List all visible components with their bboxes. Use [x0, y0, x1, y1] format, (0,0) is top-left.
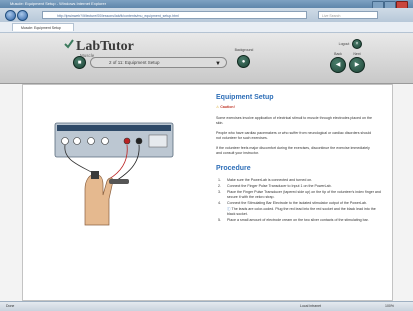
logout-icon: ×	[355, 41, 359, 47]
page-select-dropdown[interactable]: 2 of 11: Equipment Setup ▼	[90, 57, 227, 68]
paragraph-discomfort: If the volunteer feels major discomfort …	[216, 146, 370, 155]
chevron-down-icon: ▼	[215, 61, 221, 67]
caution-label: Caution!	[220, 105, 235, 109]
home-icon: ■	[77, 59, 82, 66]
list-item: 4. Connect the Stimulating Bar Electrode …	[218, 200, 368, 205]
next-button[interactable]: ▶	[349, 57, 365, 73]
arrow-right-icon: ▶	[354, 62, 360, 68]
back-label: Back	[334, 52, 342, 56]
browser-window: Muscle: Equipment Setup - Windows Intern…	[0, 0, 413, 311]
zoom-level[interactable]: 100%	[385, 303, 394, 310]
content-panel: Equipment Setup ⚠ Caution! Some exercise…	[22, 84, 393, 301]
note-text: The leads are color-coded. Plug the red …	[227, 206, 376, 216]
caution-line: ⚠ Caution!	[216, 105, 376, 110]
info-icon: ●	[241, 58, 246, 65]
procedure-title: Procedure	[216, 165, 251, 172]
page-select-value: 2 of 11: Equipment Setup	[109, 60, 160, 65]
arrow-left-icon: ◀	[335, 62, 341, 68]
logout-button[interactable]: ×	[352, 39, 362, 49]
status-text: Done	[6, 304, 15, 308]
equipment-setup-illustration	[54, 122, 174, 226]
labtutor-header: LabTutor Muscle ■ 2 of 11: Equipment Set…	[0, 33, 413, 84]
paragraph-pacemakers: People who have cardiac pacemakers or wh…	[216, 131, 372, 140]
background-label: Background	[234, 48, 254, 52]
page-title: Equipment Setup	[216, 94, 274, 101]
list-item: 2. Connect the Finger Pulse Transducer to…	[218, 184, 332, 189]
page-viewport: LabTutor Muscle ■ 2 of 11: Equipment Set…	[0, 33, 413, 301]
back-arrow-icon[interactable]	[5, 10, 16, 21]
back-button[interactable]: ◀	[330, 57, 346, 73]
zone-text: Local intranet	[300, 304, 322, 308]
title-bar: Muscle: Equipment Setup - Windows Intern…	[0, 0, 413, 9]
warning-icon: ⚠	[216, 105, 220, 109]
tab-muscle-equipment-setup[interactable]: Muscle: Equipment Setup	[12, 23, 74, 31]
home-button[interactable]: ■	[73, 56, 86, 69]
address-bar[interactable]: http://ipwinweb?/lt/lecture/00/lessons/l…	[42, 11, 307, 19]
next-label: Next	[353, 52, 361, 56]
paragraph-electrodes: Some exercises involve application of el…	[216, 116, 373, 125]
list-item: 3. Place the Finger Pulse Transducer (tap…	[218, 190, 381, 199]
tab-bar: Muscle: Equipment Setup	[0, 22, 413, 33]
note-item: ⓘ The leads are color-coded. Plug the re…	[216, 207, 381, 216]
background-button[interactable]: ●	[237, 55, 250, 68]
search-input[interactable]: Live Search	[318, 11, 378, 19]
list-item: 1. Make sure the PowerLab is connected an…	[218, 178, 313, 182]
window-title: Muscle: Equipment Setup - Windows Intern…	[10, 1, 107, 6]
procedure-steps: 1. Make sure the PowerLab is connected an…	[216, 178, 381, 224]
checkmark-logo-icon	[64, 39, 74, 49]
logout-label: Logout	[338, 42, 350, 46]
navigation-bar: http://ipwinweb?/lt/lecture/00/lessons/l…	[0, 8, 413, 22]
forward-arrow-icon[interactable]	[17, 10, 28, 21]
info-icon: ⓘ	[227, 206, 231, 211]
list-item: 5. Place a small amount of electrode crea…	[218, 217, 369, 222]
